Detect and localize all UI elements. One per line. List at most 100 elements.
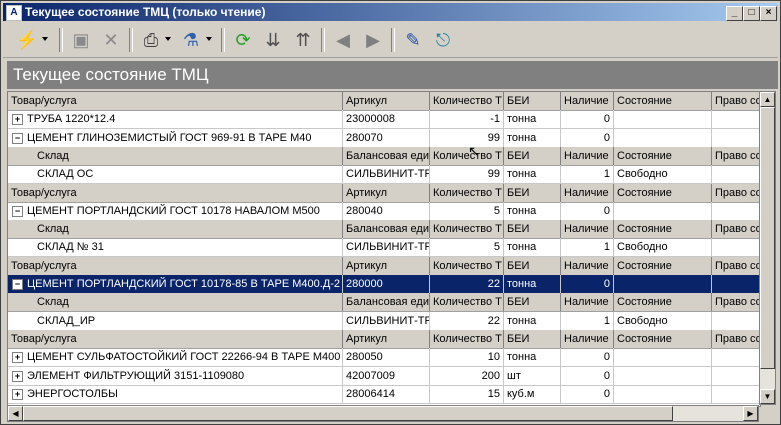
cell-right xyxy=(712,275,760,293)
table-row[interactable]: ЦЕМЕНТ ПОРТЛАНДСКИЙ ГОСТ 10178-85 В ТАРЕ… xyxy=(8,275,760,294)
column-header: Состояние xyxy=(614,183,712,202)
lightning-icon[interactable]: ⚡ xyxy=(15,28,39,52)
chevron-down-icon[interactable] xyxy=(42,37,48,41)
forward-icon[interactable]: ▶ xyxy=(361,28,385,52)
cell-right xyxy=(712,238,760,257)
back-icon[interactable]: ◀ xyxy=(331,28,355,52)
edit-icon[interactable]: ✎ xyxy=(401,28,425,52)
scroll-left-button[interactable]: ◀ xyxy=(8,406,23,421)
scroll-up-button[interactable]: ▲ xyxy=(760,92,775,107)
toolbar: ⚡ ▣ ✕ ⎙ ⚗ ⟳ ⇊ ⇈ ◀ ▶ ✎ ⎋ xyxy=(3,23,778,58)
scroll-right-button[interactable]: ▶ xyxy=(743,406,758,421)
cell-name: ЦЕМЕНТ ПОРТЛАНДСКИЙ ГОСТ 10178 НАВАЛОМ М… xyxy=(24,201,343,220)
table-row[interactable]: ТРУБА 1220*12.4 23000008 -1 тонна 0 + xyxy=(8,110,760,130)
cell-unit: тонна xyxy=(504,238,561,257)
filter-icon[interactable]: ⚗ xyxy=(179,28,203,52)
title-bar[interactable]: A Текущее состояние ТМЦ (только чтение) … xyxy=(3,3,778,21)
cell-avail: 1 xyxy=(561,165,614,184)
cell-unit: тонна xyxy=(504,275,561,293)
sub-column-header-row[interactable]: Склад Балансовая еди Количество Т БЕИ Наличи… xyxy=(8,146,760,166)
scroll-thumb[interactable] xyxy=(760,107,775,369)
stock-row[interactable]: СКЛАД ОС СИЛЬВИНИТ-ТР 99 тонна 1 Свободно xyxy=(8,165,760,185)
refresh-icon[interactable]: ⟳ xyxy=(231,28,255,52)
column-header: Наличие xyxy=(561,92,614,110)
cell-state: Свободно xyxy=(614,238,712,257)
column-header: Балансовая еди xyxy=(343,146,430,165)
column-header: Состояние xyxy=(614,329,712,348)
column-header: Состояние xyxy=(614,293,712,312)
cell-article: 23000008 xyxy=(343,110,430,129)
column-header: Состояние xyxy=(614,92,712,110)
cell-right xyxy=(712,128,760,147)
expand-icon[interactable]: + xyxy=(12,388,23,400)
expand-icon[interactable]: + xyxy=(12,114,23,126)
print-icon[interactable]: ⎙ xyxy=(139,28,163,52)
column-header: Наличие xyxy=(561,293,614,312)
stock-row[interactable]: СКЛАД № 31 СИЛЬВИНИТ-ТР 5 тонна 1 Свободно xyxy=(8,238,760,258)
data-grid[interactable]: Товар/услуга Артикул Количество Т БЕИ Наличи… xyxy=(7,91,761,407)
column-header-row[interactable]: Товар/услуга Артикул Количество Т БЕИ Наличи… xyxy=(8,329,760,349)
column-header: Количество Т xyxy=(430,256,504,275)
toolbar-separator xyxy=(59,28,63,52)
column-header: Склад xyxy=(34,293,343,312)
sub-column-header-row[interactable]: Склад Балансовая еди Количество Т БЕИ Наличи… xyxy=(8,220,760,240)
maximize-button[interactable]: □ xyxy=(743,6,760,21)
save-icon[interactable]: ▣ xyxy=(69,28,93,52)
cell-unit: тонна xyxy=(504,165,561,184)
vertical-scrollbar[interactable]: ▲ ▼ xyxy=(759,91,776,405)
cell-right xyxy=(712,366,760,385)
cell-state xyxy=(614,110,712,129)
table-row[interactable]: ЦЕМЕНТ ПОРТЛАНДСКИЙ ГОСТ 10178 НАВАЛОМ М… xyxy=(8,201,760,221)
chevron-down-icon[interactable] xyxy=(165,37,171,41)
column-header: Количество Т xyxy=(430,220,504,239)
collapse-icon[interactable]: − xyxy=(12,132,23,144)
column-header: БЕИ xyxy=(504,183,561,202)
column-header: Наличие xyxy=(561,329,614,348)
column-header: БЕИ xyxy=(504,293,561,312)
column-header: БЕИ xyxy=(504,220,561,239)
table-row[interactable]: ЭНЕРГОСТОЛБЫ 28006414 15 куб.м 0 + xyxy=(8,384,760,404)
scroll-thumb[interactable] xyxy=(23,406,673,421)
collapse-icon[interactable]: − xyxy=(12,205,23,217)
cell-right xyxy=(712,348,760,367)
column-header: БЕИ xyxy=(504,146,561,165)
minimize-button[interactable]: _ xyxy=(726,6,743,21)
expand-all-icon[interactable]: ⇊ xyxy=(261,28,285,52)
table-row[interactable]: ЭЛЕМЕНТ ФИЛЬТРУЮЩИЙ 3151-1109080 42007009… xyxy=(8,366,760,386)
cell-qty: 99 xyxy=(430,128,504,147)
sub-column-header-row[interactable]: Склад Балансовая еди Количество Т БЕИ Наличи… xyxy=(8,293,760,313)
collapse-icon[interactable]: − xyxy=(12,279,23,290)
cell-state xyxy=(614,366,712,385)
close-button[interactable]: × xyxy=(760,6,777,21)
cell-unit: тонна xyxy=(504,110,561,129)
cell-avail: 0 xyxy=(561,110,614,129)
cell-article: СИЛЬВИНИТ-ТР xyxy=(343,165,430,184)
expand-icon[interactable]: + xyxy=(12,352,23,364)
collapse-all-icon[interactable]: ⇈ xyxy=(291,28,315,52)
column-header: Состояние xyxy=(614,256,712,275)
scroll-down-button[interactable]: ▼ xyxy=(760,389,775,404)
horizontal-scrollbar[interactable]: ◀ ▶ xyxy=(7,405,759,422)
cell-name: ЦЕМЕНТ СУЛЬФАТОСТОЙКИЙ ГОСТ 22266-94 В Т… xyxy=(24,348,343,367)
column-header: Право со xyxy=(712,92,760,110)
column-header: Наличие xyxy=(561,256,614,275)
cell-qty: 99 xyxy=(430,165,504,184)
column-header-row[interactable]: Товар/услуга Артикул Количество Т БЕИ Наличи… xyxy=(8,256,760,276)
column-header: БЕИ xyxy=(504,329,561,348)
column-header-row[interactable]: Товар/услуга Артикул Количество Т БЕИ Наличи… xyxy=(8,92,760,111)
cell-avail: 1 xyxy=(561,311,614,330)
cell-article: 280070 xyxy=(343,128,430,147)
column-header: Наличие xyxy=(561,220,614,239)
column-header: Артикул xyxy=(343,329,430,348)
chevron-down-icon[interactable] xyxy=(206,37,212,41)
table-row[interactable]: ЦЕМЕНТ ГЛИНОЗЕМИСТЫЙ ГОСТ 969-91 В ТАРЕ … xyxy=(8,128,760,148)
exit-icon[interactable]: ⎋ xyxy=(431,28,455,52)
stock-row[interactable]: СКЛАД_ИР СИЛЬВИНИТ-ТР 22 тонна 1 Свободно xyxy=(8,311,760,331)
column-header-row[interactable]: Товар/услуга Артикул Количество Т БЕИ Наличи… xyxy=(8,183,760,203)
table-row[interactable]: ЦЕМЕНТ СУЛЬФАТОСТОЙКИЙ ГОСТ 22266-94 В Т… xyxy=(8,348,760,368)
column-header: БЕИ xyxy=(504,256,561,275)
cell-avail: 0 xyxy=(561,128,614,147)
cell-unit: куб.м xyxy=(504,384,561,403)
expand-icon[interactable]: + xyxy=(12,370,23,382)
delete-icon[interactable]: ✕ xyxy=(99,28,123,52)
